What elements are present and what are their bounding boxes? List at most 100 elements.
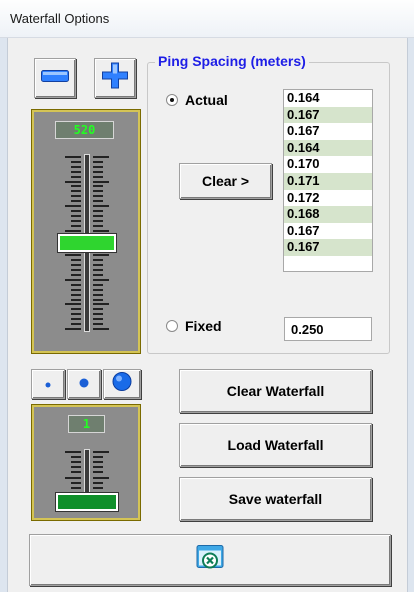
tick-mark-left — [71, 219, 81, 222]
tick-mark-right — [93, 313, 103, 316]
close-window-icon — [196, 544, 224, 577]
tick-mark-left — [71, 210, 81, 213]
clear-list-button[interactable]: Clear > — [179, 163, 272, 199]
tick-mark-left — [71, 175, 81, 178]
tick-mark-left — [71, 308, 81, 311]
tick-mark-left — [71, 259, 81, 262]
tick-mark-right — [93, 264, 103, 267]
title-bar[interactable]: Waterfall Options — [0, 0, 414, 38]
list-item[interactable]: 0.172 — [284, 190, 372, 207]
list-item[interactable]: 0.167 — [284, 239, 372, 256]
tick-mark-right — [93, 229, 109, 232]
tick-mark-left — [71, 273, 81, 276]
window-frame-right — [407, 38, 414, 592]
tick-mark-right — [93, 224, 103, 227]
tick-mark-right — [93, 456, 103, 459]
tick-mark-left — [71, 466, 81, 469]
minus-icon — [41, 69, 69, 87]
increase-button[interactable] — [94, 58, 136, 98]
width-slider-thumb[interactable] — [56, 493, 118, 511]
tick-mark-left — [65, 180, 81, 183]
ping-spacing-list[interactable]: 0.164 0.167 0.167 0.164 0.170 0.171 0.172 0.168… — [283, 89, 373, 272]
list-item[interactable]: 0.164 — [284, 90, 372, 107]
tick-mark-left — [71, 264, 81, 267]
actual-radio-label: Actual — [185, 92, 228, 108]
list-item[interactable]: 0.167 — [284, 106, 372, 124]
list-item[interactable]: 0.167 — [284, 123, 372, 140]
tick-mark-right — [93, 323, 103, 326]
tick-mark-right — [93, 293, 103, 296]
tick-mark-right — [93, 486, 103, 489]
tick-mark-left — [71, 200, 81, 203]
tick-mark-right — [93, 278, 109, 281]
tick-mark-right — [93, 190, 103, 193]
tick-mark-right — [93, 259, 103, 262]
tick-mark-left — [71, 160, 81, 163]
tick-mark-left — [71, 269, 81, 272]
gain-slider-panel: 520 — [31, 109, 141, 354]
clear-waterfall-label: Clear Waterfall — [226, 383, 325, 399]
plus-icon — [102, 62, 128, 94]
tick-mark-left — [71, 224, 81, 227]
fixed-radio[interactable]: Fixed — [166, 318, 222, 334]
large-dot-icon — [112, 372, 132, 397]
tick-mark-right — [93, 205, 109, 208]
dot-medium-button[interactable] — [67, 369, 101, 399]
window-frame-left — [0, 38, 8, 592]
tick-mark-left — [71, 318, 81, 321]
tick-mark-right — [93, 210, 103, 213]
tick-mark-right — [93, 170, 103, 173]
tick-mark-left — [71, 283, 81, 286]
tick-mark-right — [93, 195, 103, 198]
tick-mark-right — [93, 180, 109, 183]
tick-mark-left — [71, 486, 81, 489]
width-slider-panel: 1 — [31, 404, 141, 521]
dot-large-button[interactable] — [103, 369, 141, 399]
fixed-spacing-input[interactable]: 0.250 — [284, 317, 372, 341]
list-item[interactable]: 0.164 — [284, 139, 372, 157]
tick-mark-right — [93, 298, 103, 301]
tick-mark-left — [71, 461, 81, 464]
list-item[interactable]: 0.171 — [284, 172, 372, 190]
load-waterfall-button[interactable]: Load Waterfall — [179, 423, 372, 467]
dot-small-button[interactable] — [31, 369, 65, 399]
tick-mark-left — [71, 190, 81, 193]
tick-mark-left — [71, 471, 81, 474]
fixed-radio-indicator — [166, 320, 178, 332]
tick-mark-right — [93, 303, 109, 306]
tick-mark-right — [93, 328, 109, 330]
ping-spacing-title: Ping Spacing (meters) — [155, 53, 309, 69]
list-item[interactable]: 0.170 — [284, 156, 372, 173]
waterfall-options-window: Waterfall Options 520 Ping Spacing (mete… — [0, 0, 414, 592]
tick-mark-right — [93, 471, 103, 474]
list-item[interactable]: 0.168 — [284, 206, 372, 223]
tick-mark-left — [65, 328, 81, 330]
gain-value-display: 520 — [55, 121, 114, 139]
tick-mark-right — [93, 156, 109, 158]
tick-mark-left — [71, 170, 81, 173]
tick-mark-right — [93, 175, 103, 178]
fixed-radio-label: Fixed — [185, 318, 222, 334]
list-item[interactable]: 0.167 — [284, 223, 372, 240]
tick-mark-left — [71, 288, 81, 291]
tick-mark-left — [65, 303, 81, 306]
small-dot-icon — [45, 375, 51, 393]
load-waterfall-label: Load Waterfall — [227, 437, 324, 453]
save-waterfall-button[interactable]: Save waterfall — [179, 477, 372, 521]
clear-waterfall-button[interactable]: Clear Waterfall — [179, 369, 372, 413]
tick-mark-left — [65, 476, 81, 479]
tick-mark-left — [65, 278, 81, 281]
gain-slider-thumb[interactable] — [58, 234, 116, 252]
actual-radio[interactable]: Actual — [166, 92, 228, 108]
tick-mark-right — [93, 288, 103, 291]
tick-mark-right — [93, 273, 103, 276]
tick-mark-left — [71, 214, 81, 217]
tick-mark-right — [93, 451, 109, 453]
close-window-button[interactable] — [29, 534, 391, 586]
tick-mark-left — [71, 298, 81, 301]
tick-mark-right — [93, 219, 103, 222]
tick-mark-left — [65, 229, 81, 232]
tick-mark-right — [93, 476, 109, 479]
tick-mark-left — [71, 185, 81, 188]
decrease-button[interactable] — [34, 58, 76, 98]
